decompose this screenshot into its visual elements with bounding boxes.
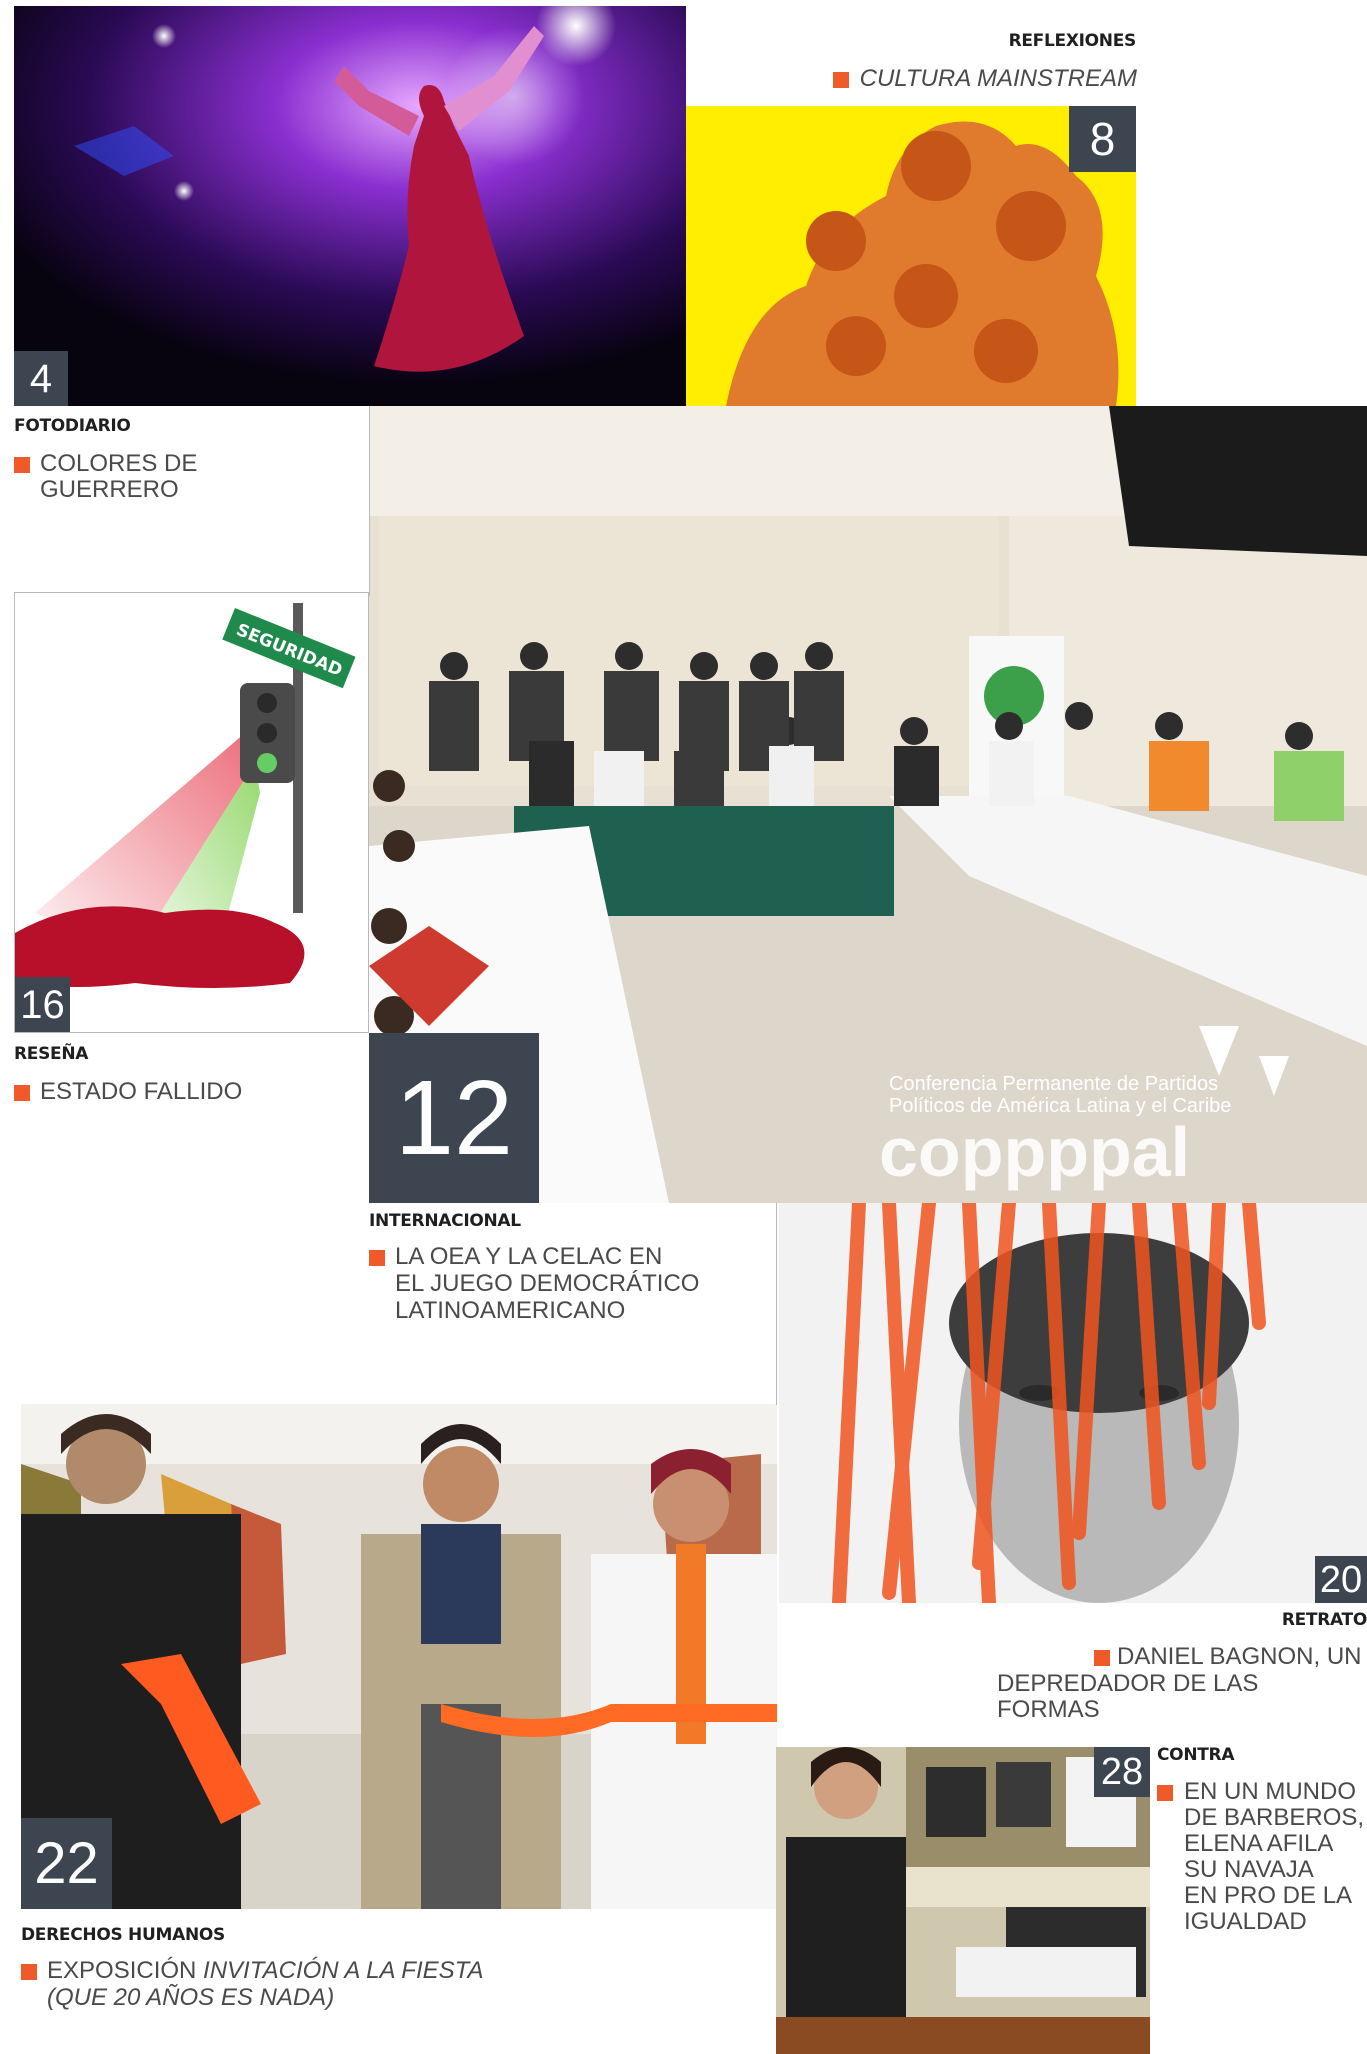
headline-contra-line6[interactable]: IGUALDAD <box>1184 1909 1307 1935</box>
headline-fotodiario-line1[interactable]: COLORES DE <box>40 451 197 477</box>
bullet-internacional <box>369 1250 385 1266</box>
dancer-illustration <box>14 6 686 406</box>
section-label-reflexiones: REFLEXIONES <box>1008 31 1137 51</box>
bullet-derechos-humanos <box>21 1964 37 1980</box>
headline-derechos-line1[interactable]: EXPOSICIÓN INVITACIÓN A LA FIESTA <box>47 1958 484 1984</box>
headline-contra-line4[interactable]: SU NAVAJA <box>1184 1857 1314 1883</box>
photo-retrato[interactable]: 20 <box>779 1203 1367 1603</box>
photo-resena[interactable]: SEGURIDAD 16 <box>15 593 368 1032</box>
page-number-12: 12 <box>369 1033 539 1203</box>
photo-fotodiario[interactable]: 4 <box>14 6 686 406</box>
headline-derechos-plain: EXPOSICIÓN <box>47 1957 204 1984</box>
section-label-fotodiario: FOTODIARIO <box>14 416 131 436</box>
headline-internacional-line3[interactable]: LATINOAMERICANO <box>395 1298 625 1324</box>
page-number-16: 16 <box>15 977 70 1032</box>
portrait-illustration <box>779 1203 1367 1603</box>
headline-contra-line1[interactable]: EN UN MUNDO <box>1184 1779 1356 1805</box>
headline-reflexiones[interactable]: CULTURA MAINSTREAM <box>857 66 1137 92</box>
headline-contra-line3[interactable]: ELENA AFILA <box>1184 1831 1333 1857</box>
photo-internacional[interactable]: Conferencia Permanente de Partidos Polít… <box>369 406 1367 1203</box>
divider-line <box>776 1203 777 1405</box>
banner-text-line1: Conferencia Permanente de Partidos <box>889 1073 1218 1095</box>
headline-fotodiario-line2[interactable]: GUERRERO <box>40 477 179 503</box>
headline-resena[interactable]: ESTADO FALLIDO <box>40 1079 242 1105</box>
headline-derechos-italic1: INVITACIÓN A LA FIESTA <box>203 1957 484 1984</box>
bullet-fotodiario <box>14 457 30 473</box>
traffic-light-illustration: SEGURIDAD <box>15 593 368 1032</box>
section-label-contra: CONTRA <box>1157 1745 1235 1765</box>
bullet-contra <box>1157 1785 1173 1801</box>
section-label-internacional: INTERNACIONAL <box>369 1211 521 1231</box>
section-label-derechos-humanos: DERECHOS HUMANOS <box>21 1925 225 1945</box>
divider-line <box>369 406 370 596</box>
headline-contra-line5[interactable]: EN PRO DE LA <box>1184 1883 1352 1909</box>
bullet-reflexiones <box>833 72 849 88</box>
bullet-retrato <box>1094 1650 1110 1666</box>
logo-text: coppppal <box>879 1113 1190 1191</box>
page-number-28: 28 <box>1094 1747 1150 1797</box>
photo-contra[interactable]: 28 <box>776 1747 1150 2054</box>
headline-internacional-line2[interactable]: EL JUEGO DEMOCRÁTICO <box>395 1271 699 1297</box>
photo-reflexiones[interactable]: 8 <box>686 106 1136 406</box>
ribbon-cutting-illustration <box>21 1404 777 1909</box>
section-label-retrato: RETRATO <box>1281 1610 1367 1630</box>
headline-retrato-line2[interactable]: DEPREDADOR DE LAS FORMAS <box>997 1671 1367 1723</box>
headline-retrato-line1[interactable]: DANIEL BAGNON, UN <box>1117 1644 1367 1670</box>
bullet-resena <box>14 1085 30 1101</box>
headline-derechos-italic2[interactable]: (QUE 20 AÑOS ES NADA) <box>47 1985 334 2011</box>
photo-derechos-humanos[interactable]: 22 <box>21 1404 777 1909</box>
page-number-20: 20 <box>1315 1556 1367 1603</box>
headline-contra-line2[interactable]: DE BARBEROS, <box>1184 1805 1364 1831</box>
page-number-22: 22 <box>21 1818 112 1909</box>
section-label-resena: RESEÑA <box>14 1044 89 1064</box>
page-number-4: 4 <box>14 351 68 406</box>
page-number-8: 8 <box>1069 106 1136 172</box>
headline-internacional-line1[interactable]: LA OEA Y LA CELAC EN <box>395 1244 662 1270</box>
